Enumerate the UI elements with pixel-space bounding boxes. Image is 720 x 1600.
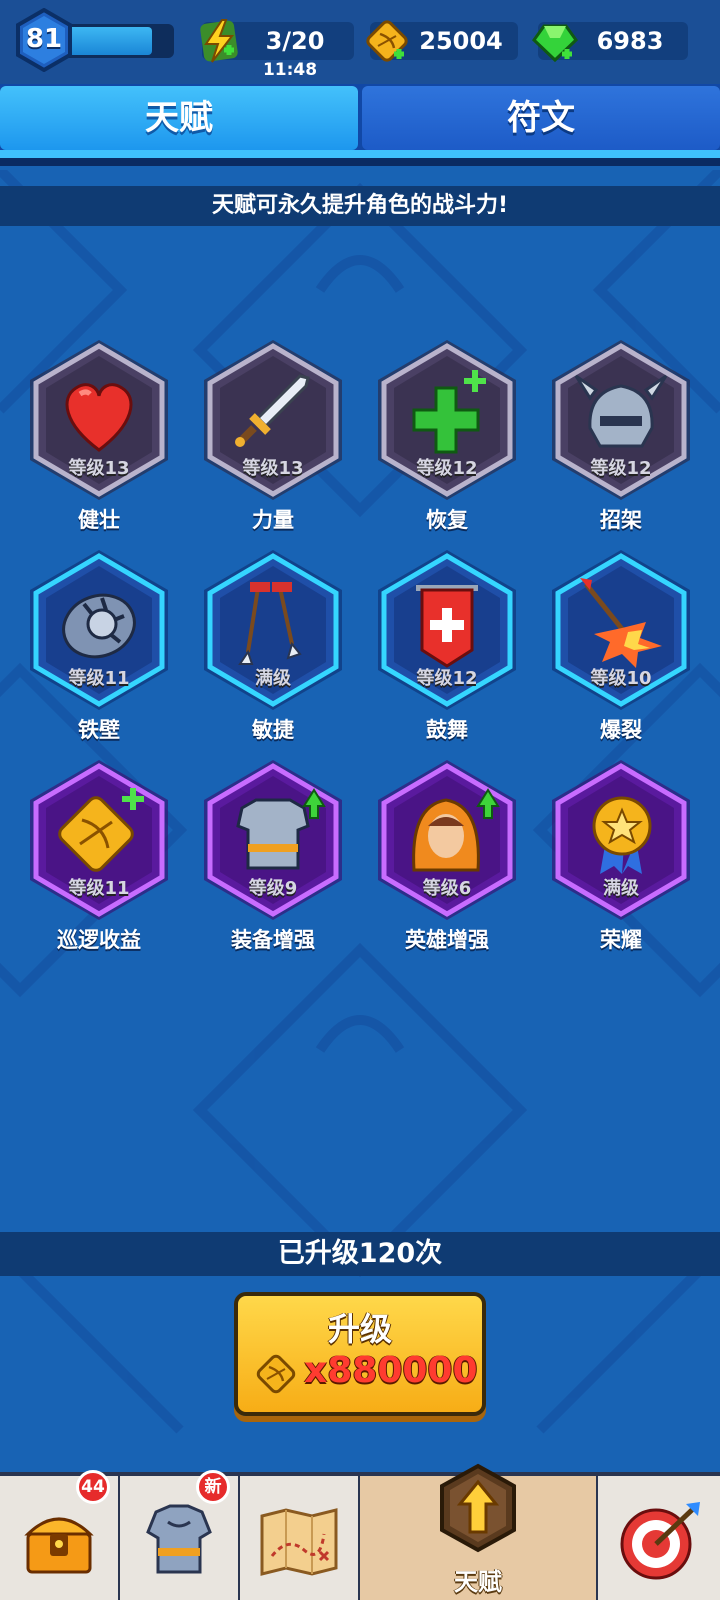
upgrade-button[interactable]: 升级 x880000 xyxy=(234,1292,486,1416)
chest-badge: 44 xyxy=(76,1470,110,1504)
treasure-map-icon xyxy=(260,1508,338,1576)
talent-4[interactable]: 等级12 招架 xyxy=(546,336,696,536)
talent-name: 铁壁 xyxy=(78,718,120,742)
talent-name: 英雄增强 xyxy=(405,928,489,952)
talent-name: 巡逻收益 xyxy=(57,928,141,952)
talent-6[interactable]: 满级 敏捷 xyxy=(198,546,348,746)
sword-icon xyxy=(235,374,310,447)
top-bar: 81 3/20 11:48 25004 6983 xyxy=(0,0,720,84)
talent-name: 力量 xyxy=(252,508,294,532)
talent-10[interactable]: 等级9 装备增强 xyxy=(198,756,348,956)
gem-value: 6983 xyxy=(596,27,664,55)
green-plus-icon xyxy=(412,370,486,454)
talent-name: 爆裂 xyxy=(600,718,642,742)
talent-name: 敏捷 xyxy=(252,718,294,742)
talent-name: 健壮 xyxy=(78,508,120,532)
bow-coin-icon xyxy=(256,1354,296,1394)
talent-level: 等级12 xyxy=(590,458,652,479)
talent-description: 天赋可永久提升角色的战斗力! xyxy=(0,186,720,226)
arrows-icon xyxy=(238,582,302,665)
player-level: 81 xyxy=(25,24,63,54)
nav-equipment[interactable]: 新 xyxy=(120,1470,238,1600)
talent-name: 荣耀 xyxy=(600,928,642,952)
green-gem-icon xyxy=(532,24,578,63)
bottom-nav: 44 新 天赋 xyxy=(0,1463,720,1600)
tab-shadow xyxy=(0,158,720,166)
gold-counter[interactable]: 25004 xyxy=(366,20,518,62)
talent-7[interactable]: 等级12 鼓舞 xyxy=(372,546,522,746)
talent-name: 招架 xyxy=(600,508,642,532)
energy-timer: 11:48 xyxy=(262,60,318,80)
tab-talent[interactable]: 天赋 xyxy=(0,86,358,150)
gem-counter[interactable]: 6983 xyxy=(532,22,688,63)
target-icon xyxy=(620,1502,700,1580)
hero-up-icon xyxy=(412,788,500,872)
upgrade-count: 已升级120次 xyxy=(0,1232,720,1276)
energy-value: 3/20 xyxy=(265,27,325,55)
helmet-icon xyxy=(574,374,668,448)
banner-icon xyxy=(416,585,478,668)
player-level-badge[interactable]: 81 xyxy=(14,7,74,73)
talent-1[interactable]: 等级13 健壮 xyxy=(24,336,174,536)
talent-level: 满级 xyxy=(255,668,291,689)
upgrade-cost: x880000 xyxy=(304,1350,478,1391)
talent-level: 等级9 xyxy=(248,878,298,899)
talent-level: 等级6 xyxy=(422,878,472,899)
bow-coin-icon xyxy=(366,20,408,62)
medal-icon xyxy=(592,796,652,874)
tab-bar: 天赋 符文 xyxy=(0,84,720,166)
lightning-icon xyxy=(200,19,238,63)
treasure-chest-icon xyxy=(24,1517,94,1574)
talent-9[interactable]: 等级11 巡逻收益 xyxy=(24,756,174,956)
exploding-arrow-icon xyxy=(580,578,662,668)
talent-8[interactable]: 等级10 爆裂 xyxy=(546,546,696,746)
nav-chest[interactable]: 44 xyxy=(0,1470,118,1600)
xp-bar-fill xyxy=(62,27,152,55)
talent-name: 恢复 xyxy=(426,508,468,532)
nav-target[interactable] xyxy=(598,1476,720,1600)
nav-talent[interactable]: 天赋 xyxy=(360,1463,596,1600)
talent-level: 等级10 xyxy=(590,668,652,689)
spiked-shield-icon xyxy=(62,593,136,659)
coin-plus-icon xyxy=(58,788,144,872)
talent-11[interactable]: 等级6 英雄增强 xyxy=(372,756,522,956)
xp-bar xyxy=(62,24,174,58)
talent-level: 等级12 xyxy=(416,668,478,689)
upgrade-button-label: 升级 xyxy=(327,1310,392,1348)
armor-icon xyxy=(146,1504,212,1574)
equipment-new-badge: 新 xyxy=(196,1470,230,1504)
talent-5[interactable]: 等级11 铁壁 xyxy=(24,546,174,746)
nav-talent-label: 天赋 xyxy=(454,1568,502,1596)
talent-name: 装备增强 xyxy=(231,928,315,952)
nav-map[interactable] xyxy=(240,1476,358,1600)
heart-icon xyxy=(65,383,133,452)
tab-rune[interactable]: 符文 xyxy=(362,86,720,150)
talent-level: 等级11 xyxy=(68,878,130,899)
talent-level: 满级 xyxy=(603,878,639,899)
tab-underline xyxy=(0,150,720,158)
talent-level: 等级13 xyxy=(68,458,130,479)
talent-name: 鼓舞 xyxy=(426,718,468,742)
up-arrow-icon xyxy=(440,1463,516,1553)
gold-value: 25004 xyxy=(419,27,503,55)
talent-level: 等级12 xyxy=(416,458,478,479)
talent-12[interactable]: 满级 荣耀 xyxy=(546,756,696,956)
talent-level: 等级11 xyxy=(68,668,130,689)
armor-up-icon xyxy=(236,788,326,870)
talent-2[interactable]: 等级13 力量 xyxy=(198,336,348,536)
talent-level: 等级13 xyxy=(242,458,304,479)
talent-3[interactable]: 等级12 恢复 xyxy=(372,336,522,536)
energy-counter[interactable]: 3/20 xyxy=(200,19,354,63)
